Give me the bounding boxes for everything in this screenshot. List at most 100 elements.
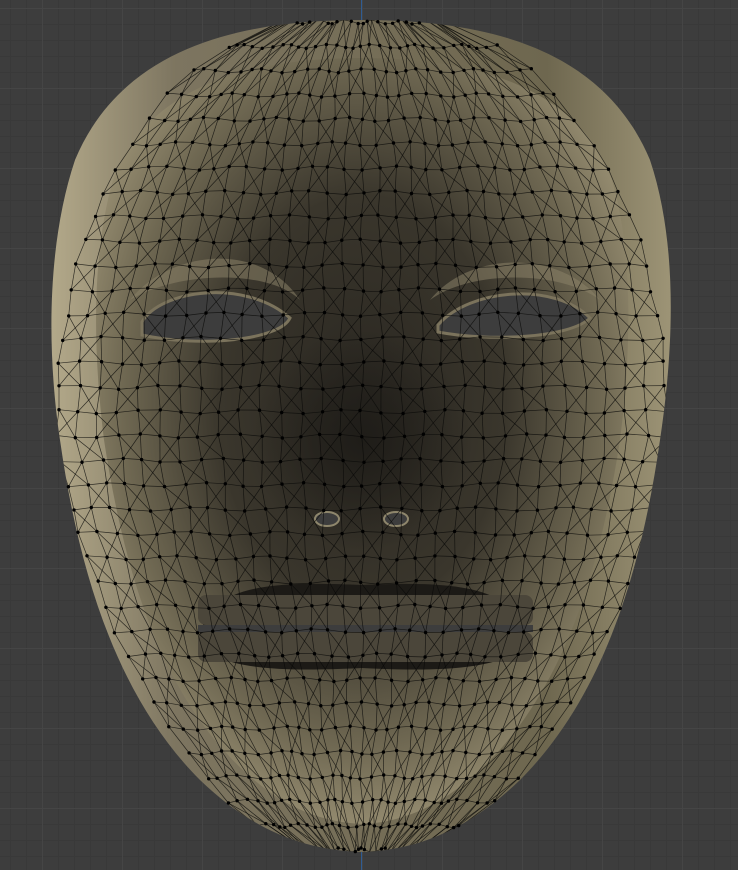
mesh-vertex[interactable] [476,164,480,168]
mesh-vertex[interactable] [520,457,524,461]
mesh-vertex[interactable] [371,798,375,802]
mesh-vertex[interactable] [382,436,386,440]
mesh-vertex[interactable] [142,312,146,316]
mesh-vertex[interactable] [467,44,471,48]
mesh-vertex[interactable] [257,728,261,732]
mesh-vertex[interactable] [288,823,293,827]
mesh-vertex[interactable] [481,436,485,440]
mesh-vertex[interactable] [130,629,134,634]
mesh-vertex[interactable] [89,505,94,510]
mesh-vertex[interactable] [391,141,396,145]
mesh-vertex[interactable] [210,751,214,755]
mesh-vertex[interactable] [521,363,526,367]
mesh-vertex[interactable] [86,483,91,487]
mesh-vertex[interactable] [325,750,330,755]
mesh-vertex[interactable] [440,484,445,489]
mesh-vertex[interactable] [559,359,563,363]
mesh-vertex[interactable] [381,335,385,339]
mesh-vertex[interactable] [383,846,387,850]
mesh-vertex[interactable] [370,752,374,756]
mesh-vertex[interactable] [269,580,274,584]
mesh-vertex[interactable] [433,215,438,220]
mesh-vertex[interactable] [159,651,163,655]
mesh-vertex[interactable] [524,704,528,708]
mesh-vertex[interactable] [378,482,382,486]
mesh-vertex[interactable] [529,143,533,147]
mesh-vertex[interactable] [642,384,646,388]
mesh-vertex[interactable] [325,602,329,607]
mesh-vertex[interactable] [614,483,619,488]
mesh-vertex[interactable] [532,118,536,122]
mesh-vertex[interactable] [494,265,499,269]
mesh-vertex[interactable] [340,313,345,317]
mesh-vertex[interactable] [379,290,383,294]
mesh-vertex[interactable] [475,46,479,50]
mesh-vertex[interactable] [76,410,80,414]
mesh-vertex[interactable] [330,140,334,144]
mesh-vertex[interactable] [591,168,595,172]
mesh-vertex[interactable] [114,265,118,270]
mesh-vertex[interactable] [577,654,581,659]
mesh-vertex[interactable] [405,654,410,659]
mesh-vertex[interactable] [350,801,354,805]
mesh-vertex[interactable] [187,655,191,659]
mesh-vertex[interactable] [562,557,566,561]
mesh-vertex[interactable] [131,142,135,146]
mesh-vertex[interactable] [342,287,347,291]
mesh-vertex[interactable] [113,168,118,172]
mesh-vertex[interactable] [338,432,342,437]
mesh-vertex[interactable] [235,216,240,221]
mesh-vertex[interactable] [402,116,406,120]
mesh-vertex[interactable] [158,239,162,243]
mesh-vertex[interactable] [173,140,178,144]
mesh-vertex[interactable] [320,263,324,267]
mesh-vertex[interactable] [359,67,363,71]
mesh-vertex[interactable] [199,457,204,462]
mesh-vertex[interactable] [513,262,517,267]
mesh-vertex[interactable] [280,654,285,658]
mesh-vertex[interactable] [457,704,462,708]
mesh-vertex[interactable] [242,93,246,97]
mesh-vertex[interactable] [578,481,583,485]
mesh-vertex[interactable] [361,383,365,387]
mesh-vertex[interactable] [389,704,394,708]
mesh-vertex[interactable] [571,505,576,509]
mesh-vertex[interactable] [275,606,280,610]
mesh-vertex[interactable] [436,143,441,148]
mesh-vertex[interactable] [580,359,585,364]
mesh-vertex[interactable] [182,166,186,171]
mesh-vertex[interactable] [549,188,554,193]
mesh-vertex[interactable] [395,558,399,562]
mesh-vertex[interactable] [420,509,424,513]
mesh-vertex[interactable] [129,582,133,586]
mesh-vertex[interactable] [460,42,464,47]
mesh-vertex[interactable] [568,190,572,194]
mesh-vertex[interactable] [183,579,187,584]
mesh-vertex[interactable] [458,289,463,294]
mesh-vertex[interactable] [351,46,355,50]
mesh-vertex[interactable] [399,310,403,315]
mesh-vertex[interactable] [278,825,282,829]
mesh-vertex[interactable] [423,630,428,635]
mesh-vertex[interactable] [179,410,183,414]
mesh-vertex[interactable] [214,676,218,681]
mesh-vertex[interactable] [596,310,600,314]
mesh-vertex[interactable] [608,262,612,266]
mesh-vertex[interactable] [482,773,486,777]
mesh-vertex[interactable] [419,363,423,367]
mesh-vertex[interactable] [286,773,290,777]
mesh-vertex[interactable] [243,677,247,682]
mesh-vertex[interactable] [248,238,252,243]
mesh-vertex[interactable] [155,190,159,194]
mesh-vertex[interactable] [313,44,318,49]
mesh-vertex[interactable] [340,362,344,367]
mesh-vertex[interactable] [230,749,234,753]
mesh-vertex[interactable] [450,581,454,585]
mesh-vertex[interactable] [299,387,303,391]
mesh-vertex[interactable] [378,189,382,193]
mesh-vertex[interactable] [500,411,505,415]
mesh-vertex[interactable] [326,217,330,221]
mesh-vertex[interactable] [219,214,223,219]
mesh-vertex[interactable] [306,702,311,706]
mesh-vertex[interactable] [256,679,260,684]
